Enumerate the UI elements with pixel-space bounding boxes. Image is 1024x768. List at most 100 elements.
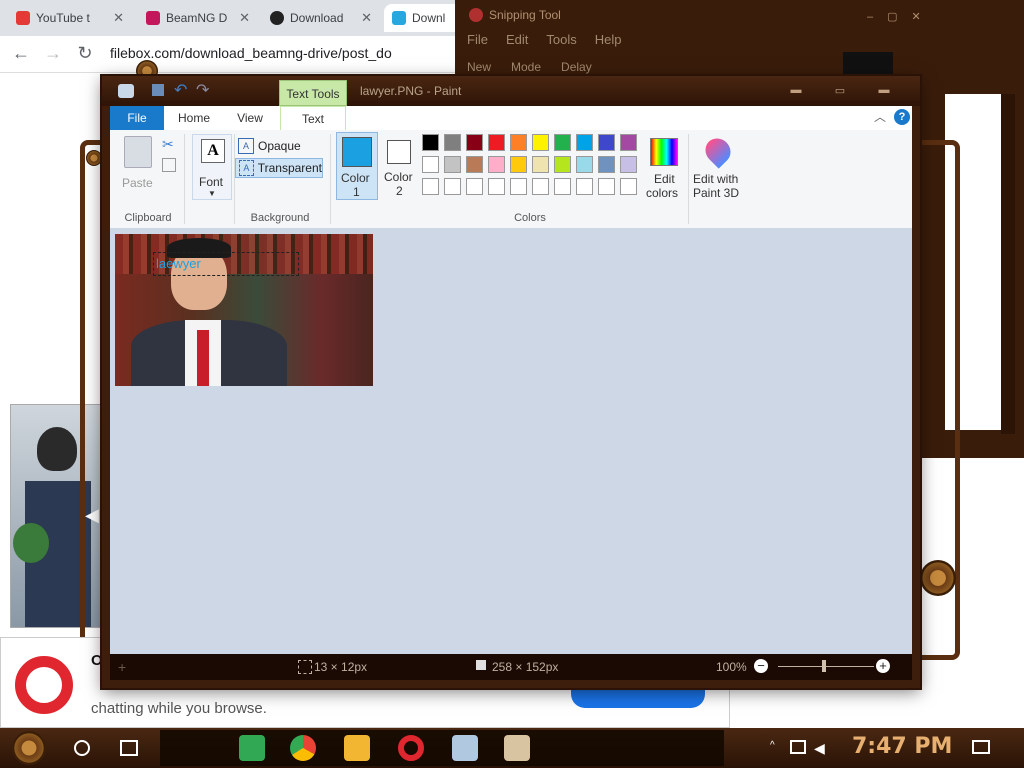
menu-file[interactable]: File	[467, 32, 488, 47]
lawyer-image[interactable]: laewyer	[115, 234, 373, 386]
redo-icon[interactable]: ↷	[196, 80, 209, 100]
color-swatch[interactable]	[422, 134, 439, 151]
color-swatch[interactable]	[532, 134, 549, 151]
snipping-tool-taskbar-icon[interactable]	[452, 735, 478, 761]
notes-app-icon[interactable]	[239, 735, 265, 761]
search-circle-icon[interactable]	[74, 740, 90, 756]
volume-muted-icon[interactable]: ◀	[814, 740, 825, 757]
color-swatch[interactable]	[466, 156, 483, 173]
text-box-content[interactable]: laewyer	[156, 256, 201, 271]
start-button-gear-icon[interactable]	[12, 731, 46, 765]
color-swatch[interactable]	[466, 178, 483, 195]
tab-filebox[interactable]: Downl	[384, 4, 464, 32]
color-swatch[interactable]	[532, 156, 549, 173]
close-icon[interactable]: ✕	[361, 10, 372, 26]
color-swatch[interactable]	[576, 134, 593, 151]
close-icon[interactable]: ✕	[239, 10, 250, 26]
new-button[interactable]: New	[467, 60, 491, 74]
zoom-slider[interactable]	[778, 666, 874, 667]
opaque-option[interactable]: A Opaque	[238, 138, 301, 154]
clock[interactable]: 7:47 PM	[852, 734, 952, 759]
cut-icon[interactable]: ✂	[162, 136, 174, 153]
menu-edit[interactable]: Edit	[506, 32, 528, 47]
delay-button[interactable]: Delay	[561, 60, 592, 74]
help-icon[interactable]: ?	[894, 109, 910, 125]
tab-youtube[interactable]: YouTube t ✕	[8, 4, 132, 32]
save-icon[interactable]	[152, 84, 164, 96]
close-button[interactable]: ▬	[870, 84, 898, 98]
chrome-icon[interactable]	[290, 735, 316, 761]
zoom-in-button[interactable]: +	[876, 659, 890, 673]
collapse-ribbon-icon[interactable]: ︿	[874, 108, 886, 125]
color-swatch[interactable]	[510, 134, 527, 151]
zoom-out-button[interactable]: −	[754, 659, 768, 673]
tab-download[interactable]: Download ✕	[262, 4, 380, 32]
color-swatch[interactable]	[488, 156, 505, 173]
color-swatch[interactable]	[466, 134, 483, 151]
color-swatch[interactable]	[422, 178, 439, 195]
network-icon[interactable]	[790, 740, 806, 754]
image-size-icon	[476, 660, 486, 670]
address-bar[interactable]: filebox.com/download_beamng-drive/post_d…	[110, 40, 470, 66]
paste-button[interactable]: Paste	[122, 176, 153, 190]
color-swatch[interactable]	[598, 178, 615, 195]
color-swatch[interactable]	[488, 178, 505, 195]
color-swatch[interactable]	[422, 156, 439, 173]
close-icon[interactable]: ✕	[113, 10, 124, 26]
color-swatch[interactable]	[532, 178, 549, 195]
undo-icon[interactable]: ↶	[174, 80, 187, 100]
opera-icon[interactable]	[398, 735, 424, 761]
tab-beamng[interactable]: BeamNG D ✕	[138, 4, 258, 32]
zoom-slider-thumb[interactable]	[822, 660, 826, 672]
chevron-up-icon[interactable]: ^	[770, 740, 778, 751]
color2-button[interactable]: Color 2	[380, 132, 420, 198]
paint-taskbar-icon[interactable]	[504, 735, 530, 761]
back-arrow-icon[interactable]: ←	[10, 42, 32, 64]
window-controls[interactable]: ‒▢✕	[867, 10, 997, 23]
color-swatch[interactable]	[488, 134, 505, 151]
color-swatch[interactable]	[510, 178, 527, 195]
edit-colors-button[interactable]: Edit colors	[644, 134, 684, 200]
color-swatch[interactable]	[620, 134, 637, 151]
notification-cta-button[interactable]	[571, 686, 705, 708]
reload-icon[interactable]: ↻	[74, 42, 96, 64]
color-swatch[interactable]	[576, 156, 593, 173]
color-swatch[interactable]	[620, 156, 637, 173]
edit-with-paint3d-button[interactable]: Edit with Paint 3D	[690, 133, 746, 200]
copy-icon[interactable]	[162, 158, 176, 172]
minimize-button[interactable]: ▬	[782, 84, 810, 98]
color-swatch[interactable]	[576, 178, 593, 195]
color-swatch[interactable]	[444, 134, 461, 151]
scrollbar[interactable]	[1001, 94, 1015, 434]
tab-view[interactable]: View	[228, 106, 272, 130]
color-swatch[interactable]	[554, 134, 571, 151]
color1-button[interactable]: Color 1	[336, 132, 378, 200]
color-swatch[interactable]	[598, 156, 615, 173]
colors-group-label: Colors	[514, 212, 546, 224]
notification-center-icon[interactable]	[972, 740, 990, 754]
text-box[interactable]: laewyer	[153, 252, 299, 276]
color-swatch[interactable]	[598, 134, 615, 151]
color-swatch[interactable]	[510, 156, 527, 173]
canvas-area[interactable]: laewyer	[110, 228, 912, 654]
task-view-icon[interactable]	[120, 740, 138, 756]
transparent-label: Transparent	[257, 161, 322, 175]
transparent-option[interactable]: A Transparent	[235, 158, 323, 178]
mode-button[interactable]: Mode	[511, 60, 541, 74]
color-swatch[interactable]	[554, 156, 571, 173]
color-swatch[interactable]	[620, 178, 637, 195]
maximize-button[interactable]: ▭	[826, 84, 854, 98]
font-button[interactable]: A Font ▼	[192, 134, 232, 200]
menu-help[interactable]: Help	[595, 32, 622, 47]
color-swatch[interactable]	[554, 178, 571, 195]
menu-tools[interactable]: Tools	[546, 32, 576, 47]
tab-home[interactable]: Home	[172, 106, 216, 130]
tab-file[interactable]: File	[110, 106, 164, 130]
tab-text[interactable]: Text	[280, 106, 346, 132]
forward-arrow-icon[interactable]: →	[42, 42, 64, 64]
palette-row-2	[422, 156, 637, 173]
edit-colors-label-1: Edit	[654, 172, 675, 186]
file-explorer-icon[interactable]	[344, 735, 370, 761]
color-swatch[interactable]	[444, 156, 461, 173]
color-swatch[interactable]	[444, 178, 461, 195]
